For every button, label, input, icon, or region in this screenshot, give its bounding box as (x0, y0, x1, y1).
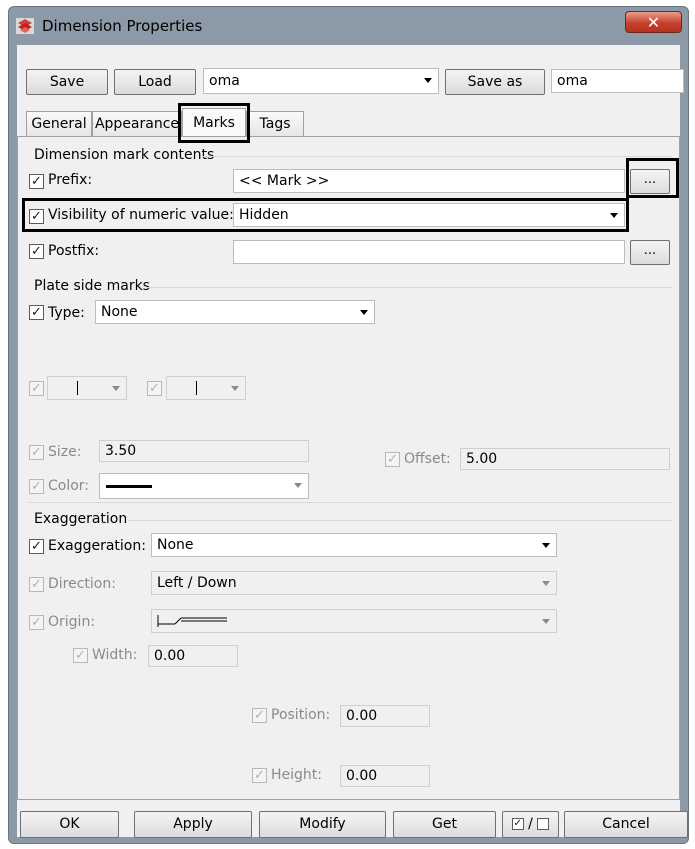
group-divider (128, 520, 672, 521)
offset-label: Offset: (404, 451, 451, 467)
width-checkbox[interactable]: ✓ (73, 648, 88, 663)
chevron-down-icon (231, 386, 239, 391)
height-checkbox[interactable]: ✓ (252, 768, 267, 783)
ok-button[interactable]: OK (20, 811, 119, 838)
close-button[interactable]: ✕ (625, 11, 682, 33)
mark-right-select[interactable] (166, 376, 246, 400)
position-checkbox[interactable]: ✓ (252, 708, 267, 723)
height-label: Height: (271, 767, 322, 783)
direction-value: Left / Down (157, 575, 237, 591)
modify-button[interactable]: Modify (259, 811, 386, 838)
color-swatch-line (106, 485, 152, 488)
visibility-label: Visibility of numeric value: (48, 207, 234, 223)
chevron-down-icon (610, 213, 618, 218)
apply-button[interactable]: Apply (134, 811, 252, 838)
color-label: Color: (48, 478, 90, 494)
save-as-input[interactable]: oma (551, 69, 684, 93)
tab-strip: General Appearance Marks Tags (17, 108, 680, 137)
exaggeration-checkbox[interactable]: ✓ (29, 539, 44, 554)
visibility-checkbox[interactable]: ✓ (29, 209, 44, 224)
type-value: None (101, 304, 138, 320)
postfix-browse-button[interactable]: ... (630, 240, 670, 265)
get-button[interactable]: Get (393, 811, 496, 838)
title-bar[interactable]: Dimension Properties ✕ (9, 7, 688, 45)
width-label: Width: (92, 647, 138, 663)
exaggeration-select[interactable]: None (151, 533, 557, 557)
save-as-button[interactable]: Save as (445, 69, 545, 95)
height-input[interactable]: 0.00 (340, 765, 430, 787)
unchecked-box-icon (537, 818, 550, 830)
mark-left-checkbox[interactable]: ✓ (29, 381, 44, 396)
toggle-separator: / (528, 816, 533, 832)
group-divider (28, 502, 672, 503)
load-settings-value: oma (209, 73, 240, 89)
group-label-mark-contents: Dimension mark contents (34, 147, 215, 163)
color-checkbox[interactable]: ✓ (29, 479, 44, 494)
cancel-button[interactable]: Cancel (564, 811, 688, 838)
prefix-checkbox[interactable]: ✓ (29, 174, 44, 189)
save-button[interactable]: Save (26, 69, 108, 95)
position-label: Position: (271, 707, 331, 723)
chevron-down-icon (112, 386, 120, 391)
chevron-down-icon (542, 619, 550, 624)
direction-select[interactable]: Left / Down (151, 571, 557, 595)
checked-box-icon: ✓ (511, 818, 524, 830)
chevron-down-icon (360, 310, 368, 315)
mark-left-select[interactable] (47, 376, 127, 400)
type-checkbox[interactable]: ✓ (29, 305, 44, 320)
mark-line-icon (77, 381, 78, 395)
marks-tab-panel: Dimension mark contents ✓ Prefix: << Mar… (17, 136, 680, 800)
load-button[interactable]: Load (114, 69, 196, 95)
direction-checkbox[interactable]: ✓ (29, 577, 44, 592)
position-input[interactable]: 0.00 (340, 705, 430, 727)
postfix-input[interactable] (233, 240, 625, 264)
toggle-all-checkboxes-button[interactable]: ✓ / (502, 811, 559, 838)
type-select[interactable]: None (95, 300, 375, 324)
direction-label: Direction: (48, 576, 116, 592)
size-input[interactable]: 3.50 (99, 440, 309, 462)
dialog-client: Save Load oma Save as oma General Appear… (17, 45, 688, 838)
tab-general[interactable]: General (26, 111, 92, 136)
origin-checkbox[interactable]: ✓ (29, 615, 44, 630)
type-label: Type: (48, 305, 85, 321)
origin-label: Origin: (48, 614, 96, 630)
mark-line-icon (196, 381, 197, 395)
group-label-plate-side: Plate side marks (34, 278, 150, 294)
tab-appearance[interactable]: Appearance (92, 111, 182, 136)
postfix-label: Postfix: (48, 243, 100, 259)
dialog-window: Dimension Properties ✕ Save Load oma Sav… (8, 6, 689, 844)
tab-tags[interactable]: Tags (246, 111, 304, 136)
group-label-exaggeration: Exaggeration (34, 511, 128, 527)
origin-select[interactable] (151, 609, 557, 633)
group-divider (148, 287, 672, 288)
size-checkbox[interactable]: ✓ (29, 445, 44, 460)
size-label: Size: (48, 444, 82, 460)
app-icon (16, 18, 34, 34)
prefix-browse-button[interactable]: ... (630, 169, 670, 194)
chevron-down-icon (424, 78, 432, 83)
chevron-down-icon (542, 581, 550, 586)
chevron-down-icon (294, 483, 302, 488)
window-title: Dimension Properties (42, 17, 203, 35)
mark-right-checkbox[interactable]: ✓ (147, 381, 162, 396)
visibility-value: Hidden (239, 207, 289, 223)
chevron-down-icon (542, 543, 550, 548)
offset-input[interactable]: 5.00 (460, 448, 670, 470)
prefix-label: Prefix: (48, 172, 93, 188)
prefix-input[interactable]: << Mark >> (233, 169, 625, 193)
group-divider (202, 156, 672, 157)
postfix-checkbox[interactable]: ✓ (29, 244, 44, 259)
exaggeration-value: None (157, 537, 194, 553)
color-select[interactable] (99, 473, 309, 499)
origin-symbol-icon (157, 615, 227, 627)
exaggeration-label: Exaggeration: (48, 538, 146, 554)
offset-checkbox[interactable]: ✓ (385, 452, 400, 467)
width-input[interactable]: 0.00 (148, 645, 238, 667)
load-settings-select[interactable]: oma (203, 68, 439, 94)
tab-marks[interactable]: Marks (182, 108, 246, 136)
visibility-select[interactable]: Hidden (233, 203, 625, 227)
